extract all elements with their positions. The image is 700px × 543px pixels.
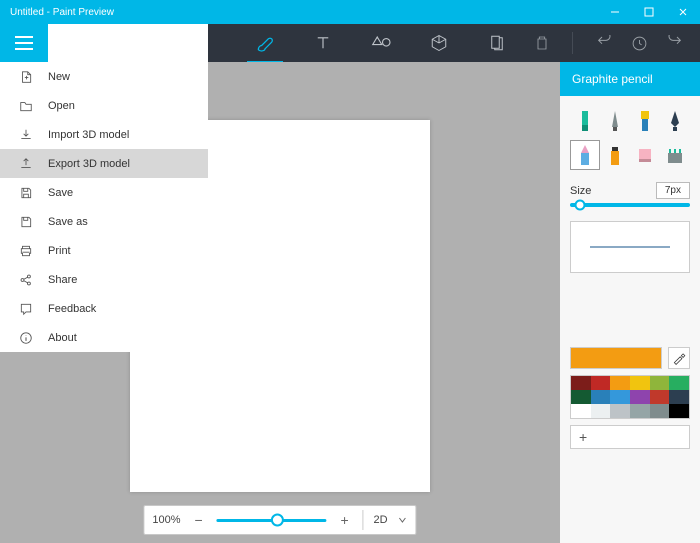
brush-preview xyxy=(570,221,690,273)
palette-swatch[interactable] xyxy=(610,404,630,418)
palette-swatch[interactable] xyxy=(591,390,611,404)
menu-item-share[interactable]: Share xyxy=(0,265,208,294)
size-slider[interactable] xyxy=(570,203,690,207)
brush-tab[interactable] xyxy=(253,24,277,62)
zoom-slider[interactable] xyxy=(217,519,327,522)
brush-flat[interactable] xyxy=(630,106,660,136)
save-icon xyxy=(18,185,34,201)
menu-item-open[interactable]: Open xyxy=(0,91,208,120)
palette-swatch[interactable] xyxy=(571,404,591,418)
color-palette xyxy=(570,375,690,419)
zoom-percent: 100% xyxy=(152,514,180,526)
shapes-tab[interactable] xyxy=(369,24,393,62)
palette-swatch[interactable] xyxy=(571,390,591,404)
feedback-icon xyxy=(18,301,34,317)
brush-spray[interactable] xyxy=(600,140,630,170)
palette-swatch[interactable] xyxy=(650,404,670,418)
brush-pen[interactable] xyxy=(660,106,690,136)
palette-swatch[interactable] xyxy=(610,376,630,390)
palette-swatch[interactable] xyxy=(630,376,650,390)
palette-swatch[interactable] xyxy=(591,376,611,390)
open-icon xyxy=(18,98,34,114)
menu-item-about[interactable]: About xyxy=(0,323,208,352)
minimize-button[interactable] xyxy=(598,0,632,24)
titlebar: Untitled - Paint Preview xyxy=(0,0,700,24)
palette-swatch[interactable] xyxy=(630,390,650,404)
menu-item-print[interactable]: Print xyxy=(0,236,208,265)
history-button[interactable] xyxy=(631,35,648,52)
palette-swatch[interactable] xyxy=(630,404,650,418)
menu-item-save[interactable]: Save xyxy=(0,178,208,207)
view-mode-label: 2D xyxy=(374,514,388,526)
palette-swatch[interactable] xyxy=(669,376,689,390)
menu-item-feedback[interactable]: Feedback xyxy=(0,294,208,323)
new-icon xyxy=(18,69,34,85)
zoom-in-button[interactable]: + xyxy=(337,512,353,528)
zoom-bar: 100% − + 2D xyxy=(143,505,416,535)
file-menu: NewOpenImport 3D modelExport 3D modelSav… xyxy=(0,62,208,352)
side-panel: Graphite pencil Size 7px xyxy=(560,62,700,543)
palette-swatch[interactable] xyxy=(650,390,670,404)
palette-swatch[interactable] xyxy=(571,376,591,390)
brush-eraser[interactable] xyxy=(630,140,660,170)
brush-fill[interactable] xyxy=(660,140,690,170)
text-tab[interactable] xyxy=(311,24,335,62)
palette-swatch[interactable] xyxy=(610,390,630,404)
canvas-tab[interactable] xyxy=(485,24,509,62)
zoom-out-button[interactable]: − xyxy=(191,512,207,528)
palette-swatch[interactable] xyxy=(591,404,611,418)
brush-marker[interactable] xyxy=(570,106,600,136)
right-toolbar xyxy=(524,24,700,62)
save-as-icon xyxy=(18,214,34,230)
size-label: Size xyxy=(570,185,591,197)
menu-dropdown-spacer xyxy=(48,24,208,62)
menu-item-save-as[interactable]: Save as xyxy=(0,207,208,236)
brush-pencil[interactable] xyxy=(570,140,600,170)
tool-tabs xyxy=(208,24,524,62)
palette-swatch[interactable] xyxy=(650,376,670,390)
about-icon xyxy=(18,330,34,346)
maximize-button[interactable] xyxy=(632,0,666,24)
undo-button[interactable] xyxy=(595,35,613,51)
3d-tab[interactable] xyxy=(427,24,451,62)
menu-item-export-3d-model[interactable]: Export 3D model xyxy=(0,149,208,178)
current-color-swatch[interactable] xyxy=(570,347,662,369)
side-panel-title: Graphite pencil xyxy=(560,62,700,96)
menu-item-new[interactable]: New xyxy=(0,62,208,91)
redo-button[interactable] xyxy=(666,35,684,51)
window-title: Untitled - Paint Preview xyxy=(10,7,114,18)
palette-swatch[interactable] xyxy=(669,390,689,404)
hamburger-menu-button[interactable] xyxy=(0,24,48,62)
brush-calligraphy[interactable] xyxy=(600,106,630,136)
app-bar xyxy=(0,24,700,62)
palette-swatch[interactable] xyxy=(669,404,689,418)
view-mode-dropdown[interactable] xyxy=(398,515,408,525)
share-icon xyxy=(18,272,34,288)
brush-grid xyxy=(570,106,690,170)
add-color-button[interactable]: + xyxy=(570,425,690,449)
close-button[interactable] xyxy=(666,0,700,24)
eyedropper-button[interactable] xyxy=(668,347,690,369)
export-3d-model-icon xyxy=(18,156,34,172)
size-value[interactable]: 7px xyxy=(656,182,690,199)
print-icon xyxy=(18,243,34,259)
paste-button[interactable] xyxy=(534,34,550,52)
import-3d-model-icon xyxy=(18,127,34,143)
menu-item-import-3d-model[interactable]: Import 3D model xyxy=(0,120,208,149)
